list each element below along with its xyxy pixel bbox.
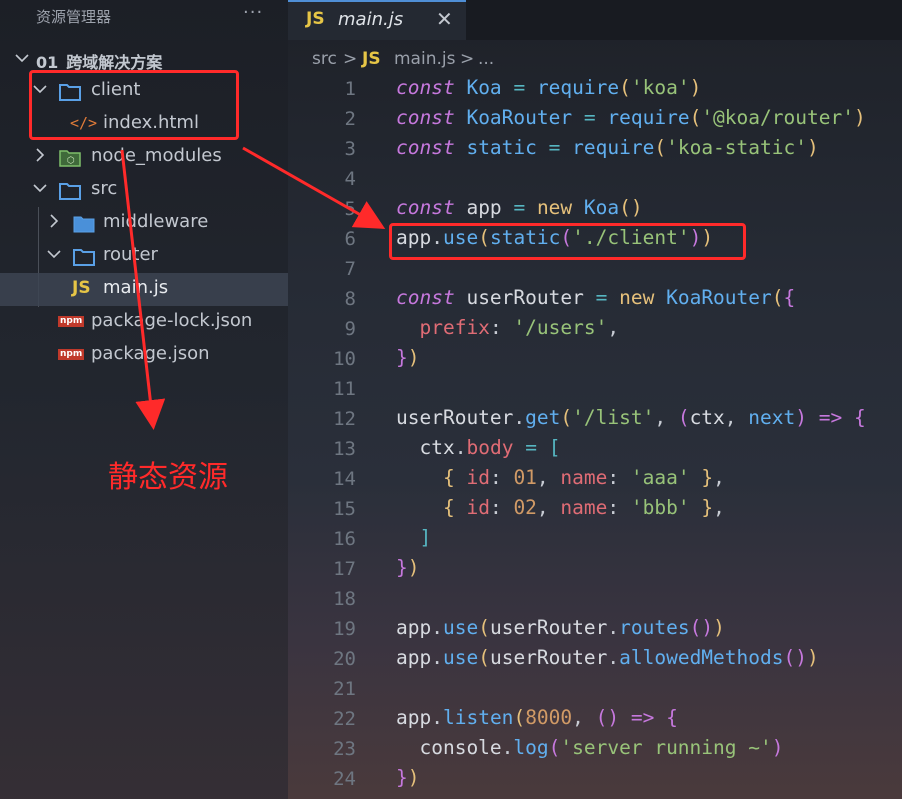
arrow-to-static-line xyxy=(242,146,386,229)
annotation-static-resources: 静态资源 xyxy=(108,460,228,495)
annotation-arrows xyxy=(120,146,386,430)
arrow-to-annotation xyxy=(120,149,166,430)
